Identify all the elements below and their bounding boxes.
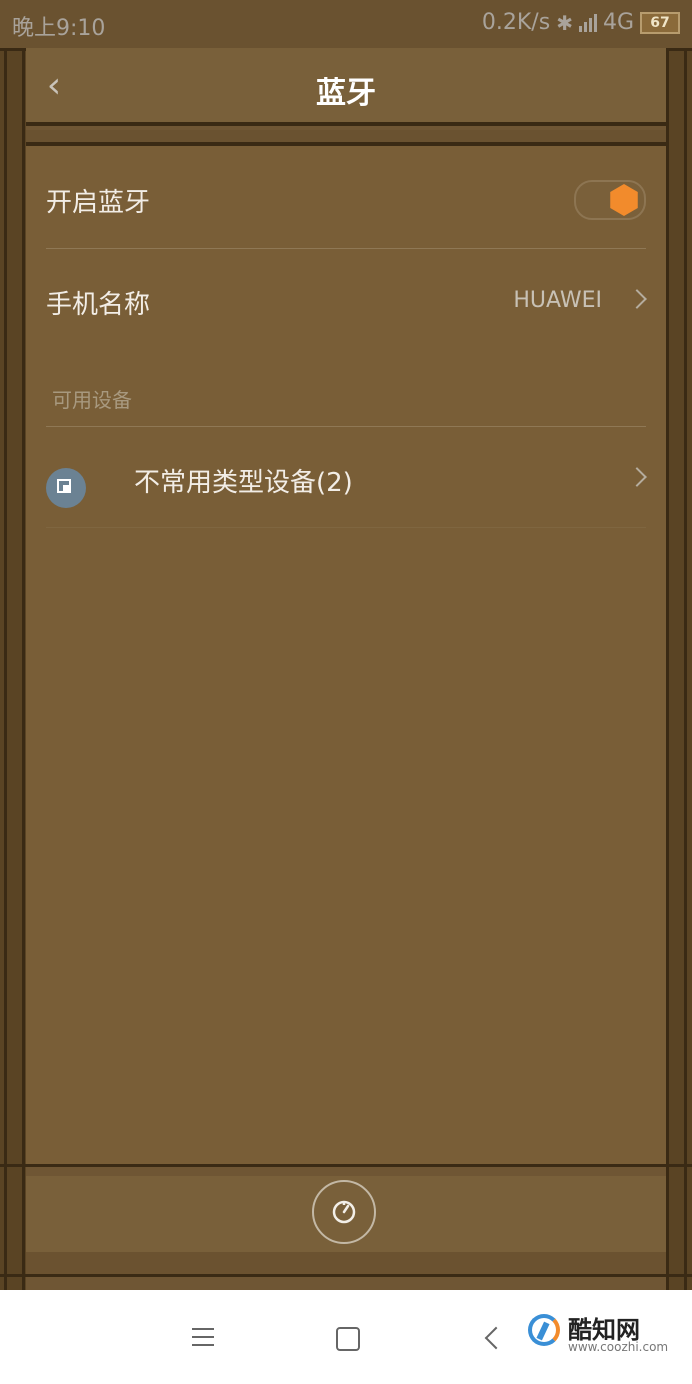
frame-line: [22, 0, 25, 1290]
frame-line: [684, 0, 687, 1290]
phone-name-label: 手机名称: [46, 290, 151, 320]
divider: [46, 527, 646, 528]
network-type: 4G: [602, 10, 634, 35]
signal-icon: [578, 13, 597, 32]
page-title: 蓝牙: [316, 76, 376, 111]
network-speed: 0.2K/s: [481, 10, 551, 35]
title-bar: ‹ 蓝牙: [26, 48, 666, 126]
watermark: 酷知网 www.coozhi.com: [528, 1306, 668, 1358]
device-icon: [46, 468, 86, 508]
subheader-strip: [26, 130, 666, 146]
app-screen: 晚上9:10 0.2K/s ✱ 4G 67 ‹ 蓝牙 开启蓝牙 手机名称 HUA…: [0, 0, 692, 1290]
refresh-button[interactable]: [312, 1180, 376, 1244]
nav-back-icon[interactable]: [484, 1326, 508, 1350]
frame-line: [666, 0, 669, 1290]
watermark-url: www.coozhi.com: [568, 1340, 669, 1354]
status-bar: 晚上9:10 0.2K/s ✱ 4G 67: [0, 0, 692, 51]
frame-line: [4, 0, 7, 1290]
bottom-band: [26, 1252, 666, 1274]
toggle-knob: [610, 184, 638, 216]
home-icon[interactable]: [336, 1327, 360, 1351]
phone-name-value: HUAWEI: [513, 288, 602, 313]
frame-right: [666, 0, 692, 1290]
divider: [46, 426, 646, 427]
bluetooth-toggle[interactable]: [574, 180, 646, 220]
device-label: 不常用类型设备(2): [134, 468, 353, 498]
system-nav-bar: 酷知网 www.coozhi.com: [0, 1290, 692, 1384]
frame-line: [0, 1274, 692, 1277]
status-time: 晚上9:10: [12, 16, 106, 41]
bluetooth-icon: ✱: [556, 10, 573, 35]
battery-icon: 67: [640, 11, 680, 34]
refresh-icon: [332, 1200, 356, 1224]
bluetooth-label: 开启蓝牙: [46, 188, 151, 218]
available-devices-header: 可用设备: [52, 388, 132, 412]
watermark-logo-icon: [528, 1314, 560, 1346]
status-right: 0.2K/s ✱ 4G 67: [482, 10, 680, 35]
frame-line: [0, 1164, 692, 1167]
divider: [46, 248, 646, 249]
menu-icon[interactable]: [192, 1328, 214, 1352]
